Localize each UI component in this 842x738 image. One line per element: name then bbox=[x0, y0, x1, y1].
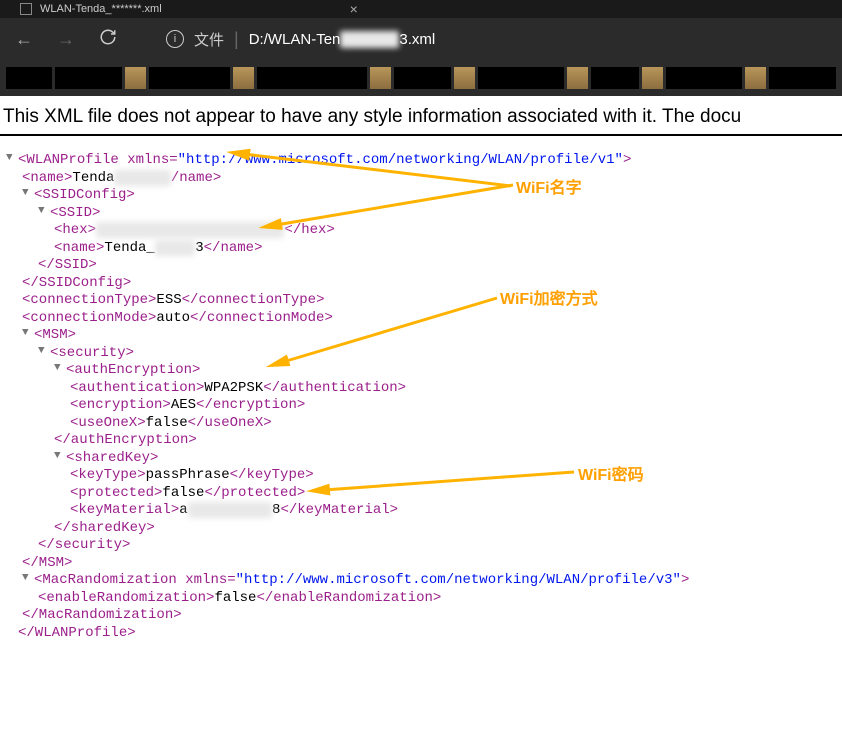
bookmark-item[interactable] bbox=[567, 67, 588, 89]
bookmark-item[interactable] bbox=[149, 67, 230, 89]
xml-element-sharedkey-close[interactable]: </sharedKey> bbox=[2, 520, 842, 538]
collapse-toggle-icon[interactable]: ▼ bbox=[54, 450, 66, 464]
bookmark-item[interactable] bbox=[478, 67, 564, 89]
page-content: This XML file does not appear to have an… bbox=[0, 96, 842, 642]
xml-element-macrandomization-close[interactable]: </MacRandomization> bbox=[2, 607, 842, 625]
xml-element-encryption[interactable]: <encryption>AES</encryption> bbox=[2, 397, 842, 415]
xml-element-keytype[interactable]: <keyType>passPhrase</keyType> bbox=[2, 467, 842, 485]
xml-element-macrandomization[interactable]: ▼<MacRandomization xmlns="http://www.mic… bbox=[2, 572, 842, 590]
collapse-toggle-icon[interactable]: ▼ bbox=[22, 327, 34, 341]
xml-element-authentication[interactable]: <authentication>WPA2PSK</authentication> bbox=[2, 380, 842, 398]
no-style-message: This XML file does not appear to have an… bbox=[0, 106, 842, 134]
bookmark-item[interactable] bbox=[6, 67, 52, 89]
file-icon bbox=[20, 3, 32, 15]
separator bbox=[0, 134, 842, 136]
url-path: D:/WLAN-Tenxx3.xml bbox=[249, 31, 436, 48]
annotation-wifi-name: WiFi名字 bbox=[516, 174, 582, 198]
forward-button[interactable]: → bbox=[52, 29, 80, 50]
bookmark-item[interactable] bbox=[370, 67, 391, 89]
xml-element-security-close[interactable]: </security> bbox=[2, 537, 842, 555]
bookmark-item[interactable] bbox=[769, 67, 836, 89]
bookmark-item[interactable] bbox=[394, 67, 451, 89]
collapse-toggle-icon[interactable]: ▼ bbox=[54, 362, 66, 376]
xml-element-wlanprofile-close[interactable]: </WLANProfile> bbox=[2, 625, 842, 643]
info-icon[interactable]: i bbox=[166, 30, 184, 48]
bookmark-bar bbox=[0, 60, 842, 96]
collapse-toggle-icon[interactable]: ▼ bbox=[22, 187, 34, 201]
xml-element-connectionmode[interactable]: <connectionMode>auto</connectionMode> bbox=[2, 310, 842, 328]
back-button[interactable]: ← bbox=[10, 29, 38, 50]
bookmark-item[interactable] bbox=[233, 67, 254, 89]
bookmark-item[interactable] bbox=[591, 67, 639, 89]
xml-element-ssidconfig[interactable]: ▼<SSIDConfig> bbox=[2, 187, 842, 205]
xml-element-security[interactable]: ▼<security> bbox=[2, 345, 842, 363]
xml-element-msm[interactable]: ▼<MSM> bbox=[2, 327, 842, 345]
xml-element-keymaterial[interactable]: <keyMaterial>ax8</keyMaterial> bbox=[2, 502, 842, 520]
xml-element-wlanprofile[interactable]: ▼<WLANProfile xmlns="http://www.microsof… bbox=[2, 152, 842, 170]
nav-bar: ← → i 文件 | D:/WLAN-Tenxx3.xml bbox=[0, 18, 842, 60]
xml-element-ssid[interactable]: ▼<SSID> bbox=[2, 205, 842, 223]
xml-element-hex[interactable]: <hex>x</hex> bbox=[2, 222, 842, 240]
bookmark-item[interactable] bbox=[642, 67, 663, 89]
tab-close-button[interactable]: × bbox=[350, 1, 358, 17]
xml-element-authencryption-close[interactable]: </authEncryption> bbox=[2, 432, 842, 450]
bookmark-item[interactable] bbox=[454, 67, 475, 89]
annotation-wifi-password: WiFi密码 bbox=[578, 461, 644, 485]
xml-element-msm-close[interactable]: </MSM> bbox=[2, 555, 842, 573]
tab-bar: WLAN-Tenda_*******.xml × bbox=[0, 0, 842, 18]
bookmark-item[interactable] bbox=[666, 67, 742, 89]
collapse-toggle-icon[interactable]: ▼ bbox=[38, 345, 50, 359]
bookmark-item[interactable] bbox=[257, 67, 367, 89]
xml-element-authencryption[interactable]: ▼<authEncryption> bbox=[2, 362, 842, 380]
xml-element-protected[interactable]: <protected>false</protected> bbox=[2, 485, 842, 503]
collapse-toggle-icon[interactable]: ▼ bbox=[6, 152, 18, 166]
xml-element-sharedkey[interactable]: ▼<sharedKey> bbox=[2, 450, 842, 468]
url-divider: | bbox=[234, 29, 239, 50]
bookmark-item[interactable] bbox=[745, 67, 766, 89]
annotation-wifi-encryption: WiFi加密方式 bbox=[500, 285, 598, 309]
bookmark-item[interactable] bbox=[55, 67, 122, 89]
xml-element-useonex[interactable]: <useOneX>false</useOneX> bbox=[2, 415, 842, 433]
address-bar[interactable]: i 文件 | D:/WLAN-Tenxx3.xml bbox=[166, 29, 435, 50]
xml-element-enablerandomization[interactable]: <enableRandomization>false</enableRandom… bbox=[2, 590, 842, 608]
xml-element-ssidconfig-close[interactable]: </SSIDConfig> bbox=[2, 275, 842, 293]
xml-element-name[interactable]: <name>Tendax/name> bbox=[2, 170, 842, 188]
xml-element-ssid-close[interactable]: </SSID> bbox=[2, 257, 842, 275]
refresh-button[interactable] bbox=[94, 28, 122, 51]
browser-tab[interactable]: WLAN-Tenda_*******.xml × bbox=[10, 0, 368, 18]
xml-tree: ▼<WLANProfile xmlns="http://www.microsof… bbox=[0, 152, 842, 642]
xml-element-ssid-name[interactable]: <name>Tenda_x3</name> bbox=[2, 240, 842, 258]
collapse-toggle-icon[interactable]: ▼ bbox=[22, 572, 34, 586]
url-scheme-label: 文件 bbox=[194, 29, 224, 50]
collapse-toggle-icon[interactable]: ▼ bbox=[38, 205, 50, 219]
bookmark-item[interactable] bbox=[125, 67, 146, 89]
browser-chrome: WLAN-Tenda_*******.xml × ← → i 文件 | D:/W… bbox=[0, 0, 842, 96]
tab-title: WLAN-Tenda_*******.xml bbox=[40, 3, 162, 15]
xml-element-connectiontype[interactable]: <connectionType>ESS</connectionType> bbox=[2, 292, 842, 310]
